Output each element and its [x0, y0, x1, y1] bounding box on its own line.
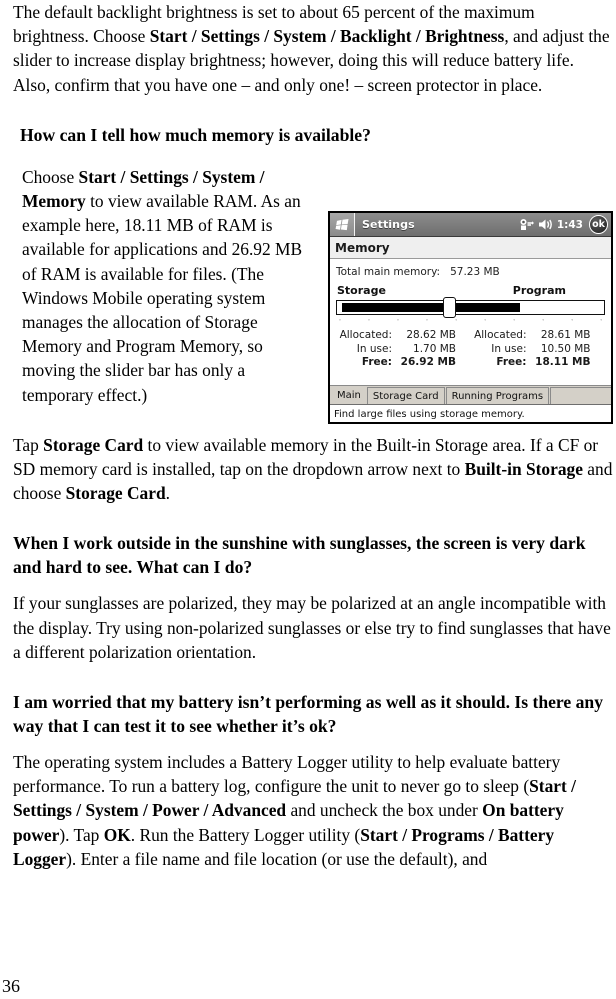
connectivity-icon[interactable]: [519, 218, 534, 231]
total-main-memory-value: 57.23 MB: [450, 266, 500, 278]
paragraph-storage-card-text-4: .: [165, 483, 170, 504]
total-main-memory-label: Total main memory:: [336, 266, 441, 278]
program-inuse-row: In use: 10.50 MB: [471, 343, 606, 357]
paragraph-battery-logger: The operating system includes a Battery …: [13, 750, 614, 871]
program-allocated-row: Allocated: 28.61 MB: [471, 329, 606, 343]
device-tabs: Main Storage Card Running Programs: [330, 385, 611, 404]
emphasis-built-in-storage: Built-in Storage: [464, 459, 583, 480]
tab-storage-card[interactable]: Storage Card: [366, 387, 445, 404]
tab-filler: [550, 387, 611, 404]
device-system-tray: 1:43 ok: [519, 213, 608, 236]
windows-flag-icon: [335, 218, 348, 230]
program-inuse-label: In use:: [491, 342, 527, 355]
paragraph-battery-text-4: . Run the Battery Logger utility (: [130, 824, 361, 845]
paragraph-storage-card: Tap Storage Card to view available memor…: [13, 433, 614, 506]
device-hint-link[interactable]: Find large files using storage memory.: [330, 404, 611, 422]
slider-thumb[interactable]: [443, 297, 456, 318]
program-allocated-value: 28.61 MB: [540, 329, 591, 341]
storage-free-value: 26.92 MB: [400, 356, 456, 368]
paragraph-battery-text-3: ). Tap: [59, 824, 104, 845]
program-free-label: Free:: [496, 356, 527, 368]
page-number: 36: [2, 976, 20, 996]
slider-fill: [342, 303, 520, 312]
slider-label-program: Program: [512, 284, 566, 297]
storage-allocated-label: Allocated:: [339, 329, 392, 341]
paragraph-sunglasses: If your sunglasses are polarized, they m…: [13, 593, 611, 662]
emphasis-ok: OK: [103, 824, 131, 845]
storage-allocated-value: 28.62 MB: [406, 329, 456, 341]
storage-inuse-value: 1.70 MB: [413, 342, 456, 355]
program-inuse-value: 10.50 MB: [540, 342, 591, 355]
storage-inuse-row: In use: 1.70 MB: [336, 343, 471, 357]
heading-battery: I am worried that my battery isn’t perfo…: [13, 692, 604, 737]
emphasis-storage-card: Storage Card: [43, 434, 144, 455]
document-page: The default backlight brightness is set …: [0, 0, 616, 999]
tab-main[interactable]: Main: [332, 387, 366, 404]
device-page-title: Memory: [330, 237, 611, 259]
device-app-title: Settings: [362, 218, 415, 231]
memory-allocation-slider[interactable]: [336, 297, 605, 318]
total-main-memory-row: Total main memory: 57.23 MB: [336, 266, 605, 278]
heading-memory-available: How can I tell how much memory is availa…: [20, 124, 371, 145]
paragraph-backlight: The default backlight brightness is set …: [13, 0, 614, 97]
start-button[interactable]: [330, 213, 355, 236]
emphasis-storage-card-2: Storage Card: [65, 483, 166, 504]
program-free-row: Free: 18.11 MB: [471, 356, 606, 370]
paragraph-storage-card-text: Tap: [13, 434, 44, 455]
storage-allocated-row: Allocated: 28.62 MB: [336, 329, 471, 343]
device-clock[interactable]: 1:43: [557, 219, 583, 231]
paragraph-battery-text-5: ). Enter a file name and file location (…: [66, 848, 488, 869]
storage-memory-column: Allocated: 28.62 MB In use: 1.70 MB Free…: [336, 329, 471, 370]
program-allocated-label: Allocated:: [474, 329, 527, 341]
storage-free-row: Free: 26.92 MB: [336, 356, 471, 370]
storage-free-label: Free:: [361, 356, 392, 368]
ok-button[interactable]: ok: [589, 215, 608, 234]
slider-label-storage: Storage: [337, 284, 386, 297]
device-titlebar: Settings 1:43 ok: [330, 213, 611, 237]
device-screenshot-memory-settings: Settings 1:43 ok Memory Total main memor…: [328, 211, 613, 424]
device-content: Total main memory: 57.23 MB Storage Progr…: [330, 259, 611, 385]
tab-running-programs[interactable]: Running Programs: [445, 387, 550, 404]
memory-stats: Allocated: 28.62 MB In use: 1.70 MB Free…: [336, 329, 605, 370]
slider-labels: Storage Program: [336, 284, 605, 300]
paragraph-battery-text: The operating system includes a Battery …: [13, 752, 561, 797]
program-free-value: 18.11 MB: [535, 356, 591, 368]
paragraph-battery-text-2: and uncheck the box under: [286, 800, 483, 821]
heading-sunglasses: When I work outside in the sunshine with…: [13, 533, 586, 578]
program-memory-column: Allocated: 28.61 MB In use: 10.50 MB Fre…: [471, 329, 606, 370]
menu-path-backlight: Start / Settings / System / Backlight / …: [149, 26, 505, 47]
paragraph-memory-text-2: to view available RAM. As an example her…: [22, 191, 303, 405]
speaker-icon[interactable]: [538, 218, 553, 231]
slider-ticks: ˑˑˑˑˑˑˑˑˑˑ: [339, 317, 602, 325]
storage-inuse-label: In use:: [356, 342, 392, 355]
paragraph-memory-text: Choose: [22, 166, 79, 187]
